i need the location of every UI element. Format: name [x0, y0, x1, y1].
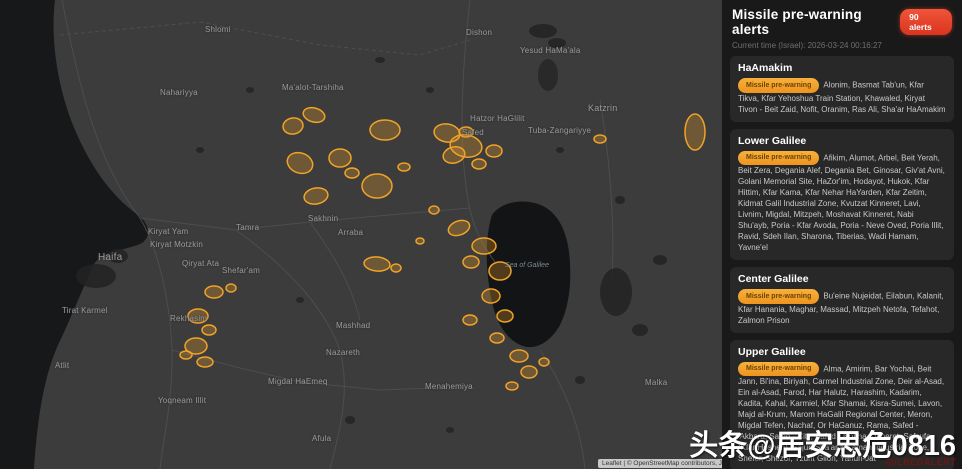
map-place-label: Yesud HaMa'ala — [520, 46, 581, 55]
alerts-count-badge: 90 alerts — [900, 9, 952, 35]
card-locations: Afikim, Alumot, Arbel, Beit Yerah, Beit … — [738, 153, 945, 252]
map-place-label: Mashhad — [336, 321, 371, 330]
map-place-label: Kiryat Motzkin — [150, 240, 204, 249]
map-place-label: Haifa — [98, 252, 123, 263]
card-title: Lower Galilee — [738, 134, 807, 147]
panel-title: Missile pre-warning alerts — [732, 7, 862, 37]
map-place-label: Tamra — [236, 223, 260, 232]
map-place-label: Hatzor HaGlilit — [470, 114, 525, 123]
map-place-label: Safed — [462, 128, 484, 137]
map-place-label: Malka — [645, 378, 668, 387]
map-place-label: Yoqneam Illit — [158, 396, 207, 405]
alert-card-center-galilee[interactable]: Center Galilee Missile pre-warning Bu'ein… — [730, 267, 954, 333]
map-place-label: Katzrin — [588, 103, 618, 113]
sea-of-galilee-label: Sea of Galilee — [505, 262, 549, 269]
card-title: HaAmakim — [738, 62, 793, 74]
missile-pre-warning-badge: Missile pre-warning — [738, 361, 820, 376]
card-locations: Alma, Amirim, Bar Yochai, Beit Jann, Bi'… — [738, 364, 945, 463]
app-window: Shlomi Nahariyya Ma'alot-Tarshiha Dishon Yes… — [0, 0, 962, 469]
map-place-label: Afula — [312, 434, 332, 443]
card-title: Upper Galilee — [738, 345, 806, 358]
card-title: Center Galilee — [738, 273, 809, 285]
panel-header: Missile pre-warning alerts 90 alerts — [730, 7, 954, 37]
alert-card-upper-galilee[interactable]: Upper Galilee Missile pre-warning Alma, A… — [730, 339, 954, 469]
map-place-label: Migdal HaEmeq — [268, 377, 328, 386]
map-place-label: Ma'alot-Tarshiha — [282, 83, 344, 92]
map-place-label: Dishon — [466, 28, 493, 37]
map-place-label: Sakhnin — [308, 214, 339, 223]
alert-map[interactable]: Shlomi Nahariyya Ma'alot-Tarshiha Dishon Yes… — [0, 0, 722, 469]
map-place-label: Nazareth — [326, 348, 361, 357]
map-place-label: Shlomi — [205, 25, 231, 34]
alert-card-haamakim[interactable]: HaAmakim Missile pre-warning Alonim, Basm… — [730, 56, 954, 122]
map-place-label: Tuba-Zangariyye — [528, 126, 592, 135]
map-place-label: Kiryat Yam — [148, 227, 189, 236]
missile-pre-warning-badge: Missile pre-warning — [738, 78, 820, 93]
map-place-label: Nahariyya — [160, 88, 198, 97]
map-place-label: Qiryat Ata — [182, 259, 220, 268]
alert-card-lower-galilee[interactable]: Lower Galilee Missile pre-warning Afikim,… — [730, 128, 954, 260]
missile-pre-warning-badge: Missile pre-warning — [738, 150, 820, 165]
map-place-label: Tirat Karmel — [62, 306, 108, 315]
mediterranean-sea — [0, 0, 149, 469]
map-place-label: Menahemiya — [425, 382, 473, 391]
map-place-label: Arraba — [338, 228, 364, 237]
missile-pre-warning-badge: Missile pre-warning — [738, 289, 820, 304]
alerts-panel: Missile pre-warning alerts 90 alerts Cur… — [722, 0, 962, 469]
map-attribution[interactable]: Leaflet | © OpenStreetMap contributors, … — [598, 459, 722, 468]
map-place-label: Rekhasim — [170, 314, 208, 323]
map-place-label: Atlit — [55, 361, 70, 370]
map-place-label: Shefar'am — [222, 266, 261, 275]
current-time: Current time (Israel): 2026-03-24 00:16:… — [732, 41, 882, 50]
